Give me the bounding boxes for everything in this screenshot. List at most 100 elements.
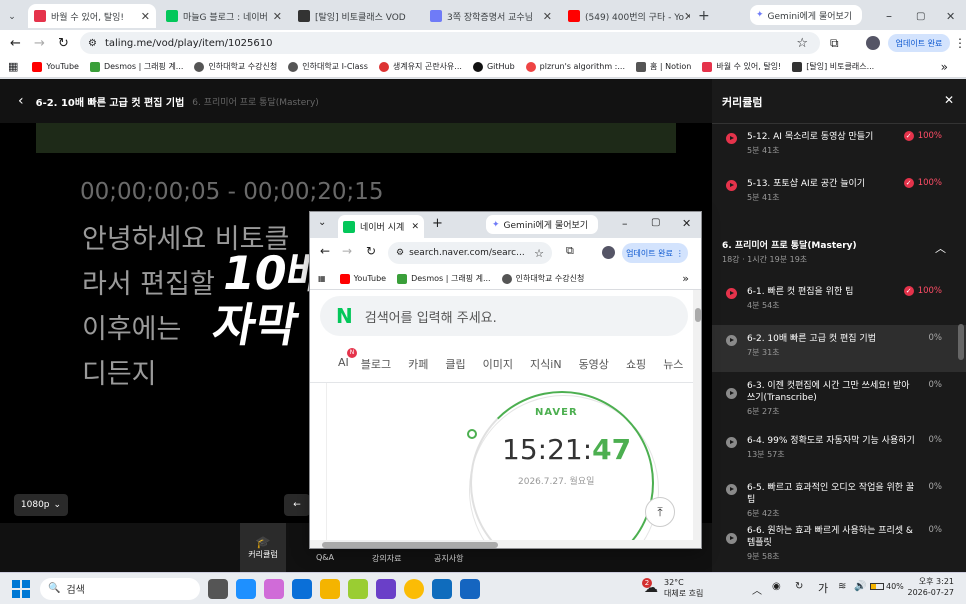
extensions-icon[interactable]: ⧉ xyxy=(566,244,574,258)
bookmark-item[interactable]: plzrun's algorithm :... xyxy=(525,61,625,72)
avatar[interactable] xyxy=(866,36,880,50)
close-icon[interactable]: ✕ xyxy=(411,222,419,232)
task-view-icon[interactable] xyxy=(208,578,228,599)
vertical-scrollbar[interactable] xyxy=(693,290,701,548)
url-bar[interactable]: ⚙ taling.me/vod/play/item/1025610 ☆ xyxy=(80,32,820,54)
close-icon[interactable]: ✕ xyxy=(141,10,150,23)
windows-start-icon[interactable] xyxy=(12,579,30,598)
bookmark-star-icon[interactable]: ☆ xyxy=(796,36,808,51)
close-icon[interactable]: ✕ xyxy=(543,10,552,23)
bookmark-item[interactable]: [탈잉] 비토클래스... xyxy=(792,61,874,72)
scroll-top-button[interactable]: ⤒ xyxy=(645,497,675,527)
nav-news[interactable]: 뉴스 xyxy=(663,356,683,372)
site-info-icon[interactable]: ⚙ xyxy=(88,38,97,49)
gemini-button[interactable]: ✦ Gemini에게 물어보기 xyxy=(750,5,862,25)
nav-kin[interactable]: 지식iN xyxy=(530,356,562,372)
curriculum-item[interactable]: 6-1. 빠른 컷 편집을 위한 팁 4분 54초 ✓ 100% xyxy=(712,278,966,325)
back-icon[interactable]: ← xyxy=(10,36,21,51)
bookmark-item[interactable]: Desmos | 그래핑 계... xyxy=(89,61,183,72)
app-icon[interactable] xyxy=(460,578,480,599)
file-explorer-icon[interactable] xyxy=(320,578,340,599)
bookmark-item[interactable]: YouTube xyxy=(32,61,79,72)
wifi-icon[interactable]: ≋ xyxy=(838,581,846,592)
nav-clip[interactable]: 클립 xyxy=(445,356,465,372)
apps-grid-icon[interactable]: ▦ xyxy=(318,274,326,283)
chrome-icon[interactable] xyxy=(404,578,424,599)
apps-grid-icon[interactable]: ▦ xyxy=(8,60,18,73)
bookmark-item[interactable]: Desmos | 그래핑 계... xyxy=(397,273,491,284)
volume-icon[interactable]: 🔊 xyxy=(854,581,866,592)
bookmark-item[interactable]: 생계유지 곤란사유... xyxy=(378,61,462,72)
new-tab-button[interactable]: + xyxy=(432,216,443,231)
reload-icon[interactable]: ↻ xyxy=(58,36,69,51)
curriculum-item[interactable]: 6-5. 빠르고 효과적인 오디오 작업을 위한 꿀팁 6분 42초 0% xyxy=(712,474,966,521)
avatar[interactable] xyxy=(602,246,615,259)
ime-indicator[interactable]: 가 xyxy=(818,580,828,596)
forward-icon[interactable]: → xyxy=(342,244,352,258)
tab-taling-active[interactable]: 바월 수 있어, 탈잉! ✕ xyxy=(28,4,156,28)
reload-icon[interactable]: ↻ xyxy=(366,244,376,258)
nav-image[interactable]: 이미지 xyxy=(483,356,513,372)
scrollbar-thumb[interactable] xyxy=(695,308,701,322)
edge-icon[interactable] xyxy=(236,578,256,599)
tab-youtube[interactable]: (549) 400번의 구타 - Yo ✕ xyxy=(562,4,690,28)
gemini-button[interactable]: ✦ Gemini에게 물어보기 xyxy=(486,215,598,234)
sync-icon[interactable]: ↻ xyxy=(795,581,803,592)
nav-qa[interactable]: Q&A xyxy=(316,553,334,562)
scrollbar-thumb[interactable] xyxy=(958,324,964,360)
clock-tray[interactable]: 오후 3:21 2026-07-27 xyxy=(906,576,955,598)
maximize-button[interactable]: ▢ xyxy=(651,217,660,228)
rewind-button[interactable]: ← xyxy=(284,494,310,516)
nav-notices[interactable]: 공지사항 xyxy=(434,553,463,564)
back-icon[interactable]: ← xyxy=(320,244,330,258)
copilot-tray-icon[interactable]: ◉ xyxy=(772,581,781,592)
store-icon[interactable] xyxy=(292,578,312,599)
minimize-button[interactable]: – xyxy=(622,217,628,230)
scrollbar-thumb[interactable] xyxy=(322,542,498,548)
url-bar[interactable]: ⚙ search.naver.com/searc... ☆ xyxy=(388,242,552,264)
nav-blog[interactable]: 블로그 xyxy=(361,356,391,372)
weather-widget[interactable]: ☁ 2 32°C 대체로 흐림 xyxy=(642,577,703,599)
bookmark-item[interactable]: 홈 | Notion xyxy=(636,61,691,72)
nav-shopping[interactable]: 쇼핑 xyxy=(626,356,646,372)
live-app-icon[interactable] xyxy=(348,578,368,599)
more-bookmarks-icon[interactable]: » xyxy=(941,60,948,74)
more-menu-icon[interactable]: ⋮ xyxy=(676,249,684,258)
curriculum-item[interactable]: 5-12. AI 목소리로 동영상 만들기 5분 41초 ✓ 100% xyxy=(712,123,966,170)
forward-icon[interactable]: → xyxy=(34,36,45,51)
new-tab-button[interactable]: + xyxy=(692,4,716,28)
chevron-up-icon[interactable]: ︿ xyxy=(935,240,946,256)
naver-search-box[interactable]: N 검색어를 입력해 주세요. xyxy=(320,296,688,336)
extensions-icon[interactable]: ⧉ xyxy=(830,36,839,51)
tab-naver-clock[interactable]: 네이버 시계 ✕ xyxy=(338,215,424,238)
tab-scholarship[interactable]: 3쪽 장학증명서 교수님 ✕ xyxy=(424,4,558,28)
nav-materials[interactable]: 강의자료 xyxy=(372,553,401,564)
nav-video[interactable]: 동영상 xyxy=(579,356,609,372)
curriculum-item[interactable]: 6-4. 99% 정확도로 자동자막 기능 사용하기 13분 57초 0% xyxy=(712,427,966,474)
tab-search-chevron-icon[interactable]: ⌄ xyxy=(318,217,326,228)
bookmark-item[interactable]: YouTube xyxy=(339,273,386,284)
teams-icon[interactable] xyxy=(376,578,396,599)
more-bookmarks-icon[interactable]: » xyxy=(682,272,689,285)
bookmark-item[interactable]: GitHub xyxy=(472,61,515,72)
back-arrow-icon[interactable]: ‹ xyxy=(18,93,24,109)
curriculum-item-current[interactable]: 6-2. 10배 빠른 고급 컷 편집 기법 7분 31초 0% xyxy=(712,325,966,372)
tab-naver-blog[interactable]: 마늘G 블로그 : 네이버 ✕ xyxy=(160,4,288,28)
tab-search-chevron-icon[interactable]: ⌄ xyxy=(2,5,22,29)
bookmark-item[interactable]: 바월 수 있어, 탈잉! xyxy=(702,61,781,72)
update-button[interactable]: 업데이트 완료 ⋮ xyxy=(622,243,688,263)
site-info-icon[interactable]: ⚙ xyxy=(396,248,404,258)
close-window-button[interactable]: ✕ xyxy=(940,4,961,28)
nav-cafe[interactable]: 카페 xyxy=(408,356,428,372)
taskbar-search[interactable]: 🔍 검색 xyxy=(40,577,200,600)
chevron-up-icon[interactable]: ︿ xyxy=(752,582,762,597)
bookmark-item[interactable]: 인하대학교 I-Class xyxy=(288,61,368,72)
battery-indicator[interactable]: 40% xyxy=(870,582,904,591)
tab-vod[interactable]: [탈잉] 비토클래스 VOD xyxy=(292,4,420,28)
more-menu-icon[interactable]: ⋮ xyxy=(954,36,966,50)
curriculum-item[interactable]: 5-13. 포토샵 AI로 공간 늘이기 5분 41초 ✓ 100% xyxy=(712,170,966,217)
close-icon[interactable]: ✕ xyxy=(944,93,954,107)
close-window-button[interactable]: ✕ xyxy=(682,217,691,230)
nav-curriculum[interactable]: 🎓 커리큘럼 xyxy=(240,523,286,572)
copilot-icon[interactable] xyxy=(264,578,284,599)
